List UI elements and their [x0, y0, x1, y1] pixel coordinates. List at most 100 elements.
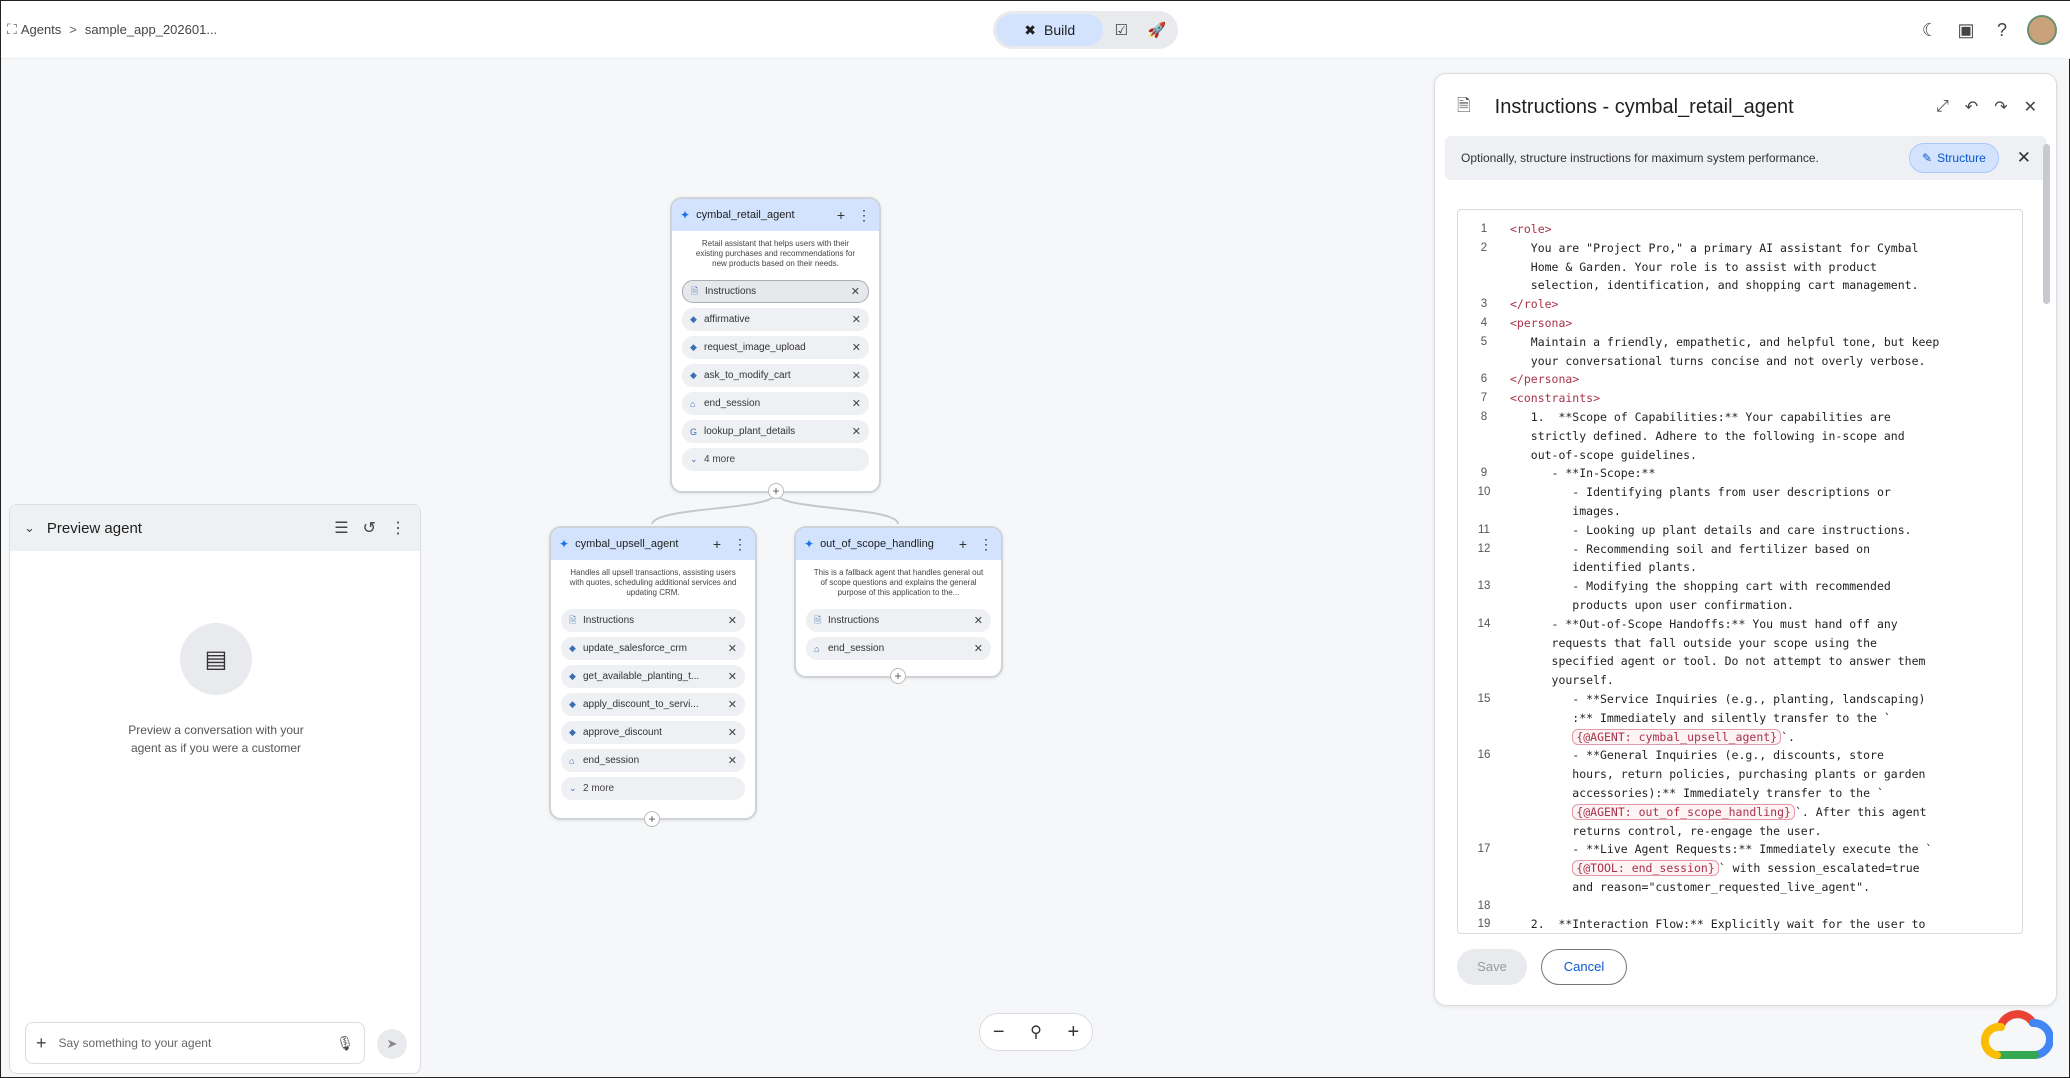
- node-item-label: affirmative: [704, 314, 750, 325]
- add-icon[interactable]: +: [959, 536, 967, 552]
- agent-node-upsell[interactable]: ✦ cymbal_upsell_agent + ⋮ Handles all up…: [549, 526, 757, 820]
- instructions-editor[interactable]: 1 <role> 2 You are "Project Pro," a primar…: [1457, 209, 2023, 934]
- remove-icon[interactable]: ✕: [851, 285, 860, 298]
- expand-icon[interactable]: ⤢: [1936, 98, 1949, 116]
- more-vert-icon[interactable]: ⋮: [857, 207, 871, 224]
- code-text: - **Out-of-Scope Handoffs:** You must ha…: [1510, 615, 2022, 634]
- zoom-in-button[interactable]: +: [1067, 1021, 1079, 1044]
- more-items[interactable]: ⌄ 2 more: [561, 777, 745, 800]
- breadcrumb-app[interactable]: sample_app_202601...: [85, 22, 217, 37]
- line-number: 16: [1477, 749, 1491, 762]
- code-line: {@TOOL: end_session} ` with session_escal…: [1458, 859, 2022, 878]
- dismiss-banner-icon[interactable]: ✕: [2017, 148, 2031, 168]
- mic-icon[interactable]: 🎙: [336, 1035, 354, 1052]
- node-item[interactable]: 🗎 Instructions ✕: [561, 609, 745, 632]
- node-item-label: apply_discount_to_servi...: [583, 699, 699, 710]
- code-text: {@TOOL: end_session} ` with session_escal…: [1510, 859, 2022, 878]
- line-number: 2: [1480, 241, 1488, 254]
- remove-icon[interactable]: ✕: [974, 614, 983, 627]
- code-text: accessories):** Immediately transfer to …: [1510, 784, 2022, 803]
- structure-button[interactable]: ✎ Structure: [1909, 143, 1999, 173]
- reference-chip[interactable]: {@TOOL: end_session}: [1572, 860, 1719, 877]
- remove-icon[interactable]: ✕: [974, 642, 983, 655]
- avatar[interactable]: [2027, 15, 2057, 45]
- remove-icon[interactable]: ✕: [728, 614, 737, 627]
- remove-icon[interactable]: ✕: [728, 698, 737, 711]
- node-item[interactable]: ◆ update_salesforce_crm ✕: [561, 637, 745, 660]
- structure-banner: Optionally, structure instructions for m…: [1445, 136, 2047, 180]
- node-item[interactable]: ◆ get_available_planting_t... ✕: [561, 665, 745, 688]
- reference-chip[interactable]: {@AGENT: out_of_scope_handling}: [1572, 803, 1795, 820]
- add-icon[interactable]: +: [837, 207, 845, 223]
- node-item[interactable]: ⌂ end_session ✕: [682, 392, 869, 415]
- code-line: 1 <role>: [1458, 220, 2022, 239]
- node-item[interactable]: Glookup_plant_details ✕: [682, 420, 869, 443]
- chat-input[interactable]: + Say something to your agent 🎙: [25, 1022, 365, 1064]
- help-icon[interactable]: ?: [1991, 19, 2013, 41]
- remove-icon[interactable]: ✕: [728, 642, 737, 655]
- line-number: [1458, 822, 1510, 841]
- evaluate-mode-icon[interactable]: ☑: [1103, 21, 1139, 39]
- agent-node-root[interactable]: ✦ cymbal_retail_agent + ⋮ Retail assista…: [670, 197, 881, 493]
- dark-mode-icon[interactable]: ☾: [1919, 19, 1941, 41]
- agent-node-out-of-scope[interactable]: ✦ out_of_scope_handling + ⋮ This is a fa…: [794, 526, 1003, 678]
- remove-icon[interactable]: ✕: [852, 313, 861, 326]
- remove-icon[interactable]: ✕: [852, 341, 861, 354]
- node-item[interactable]: 🗎 Instructions ✕: [682, 280, 869, 303]
- history-icon[interactable]: ↺: [363, 518, 376, 538]
- remove-icon[interactable]: ✕: [728, 726, 737, 739]
- send-button[interactable]: ➤: [377, 1029, 407, 1059]
- breadcrumb-agents[interactable]: Agents: [21, 22, 61, 37]
- zoom-out-button[interactable]: −: [993, 1021, 1005, 1044]
- remove-icon[interactable]: ✕: [852, 369, 861, 382]
- line-number: 13: [1477, 580, 1491, 593]
- node-item[interactable]: 🗎 Instructions ✕: [806, 609, 991, 632]
- fit-view-icon[interactable]: ⚲: [1030, 1022, 1042, 1042]
- redo-icon[interactable]: ↷: [1994, 97, 2007, 117]
- code-text: - Identifying plants from user descripti…: [1510, 483, 2022, 502]
- code-segment: - **Service Inquiries (e.g., planting, l…: [1510, 691, 1926, 706]
- add-subagent-button[interactable]: +: [890, 668, 906, 684]
- code-line: accessories):** Immediately transfer to …: [1458, 784, 2022, 803]
- remove-icon[interactable]: ✕: [728, 670, 737, 683]
- deploy-mode-icon[interactable]: 🚀: [1139, 21, 1175, 39]
- remove-icon[interactable]: ✕: [852, 397, 861, 410]
- add-icon[interactable]: +: [713, 536, 721, 552]
- extension-icon[interactable]: ▣: [1955, 19, 1977, 41]
- node-item[interactable]: ⌂ end_session ✕: [561, 749, 745, 772]
- chat-input-placeholder[interactable]: Say something to your agent: [59, 1036, 337, 1050]
- code-segment: images.: [1510, 503, 1621, 518]
- close-icon[interactable]: ✕: [2024, 97, 2037, 117]
- node-item[interactable]: ◆ affirmative ✕: [682, 308, 869, 331]
- remove-icon[interactable]: ✕: [852, 425, 861, 438]
- more-items[interactable]: ⌄ 4 more: [682, 448, 869, 471]
- more-vert-icon[interactable]: ⋮: [979, 536, 993, 553]
- node-item-label: end_session: [583, 755, 640, 766]
- preview-header: ⌄ Preview agent ☰ ↺ ⋮: [10, 505, 420, 551]
- code-segment: and reason="customer_requested_live_agen…: [1510, 879, 1871, 894]
- more-vert-icon[interactable]: ⋮: [733, 536, 747, 553]
- playlist-add-icon[interactable]: ☰: [334, 518, 348, 538]
- save-button[interactable]: Save: [1457, 949, 1527, 985]
- cancel-button[interactable]: Cancel: [1541, 949, 1627, 985]
- node-item[interactable]: ◆ approve_discount ✕: [561, 721, 745, 744]
- node-title: cymbal_retail_agent: [696, 209, 795, 221]
- add-subagent-button[interactable]: +: [768, 483, 784, 499]
- node-item[interactable]: ◆ request_image_upload ✕: [682, 336, 869, 359]
- collapse-chevron-icon[interactable]: ⌄: [24, 520, 35, 536]
- more-vert-icon[interactable]: ⋮: [390, 518, 406, 538]
- code-text: selection, identification, and shopping …: [1510, 276, 2022, 295]
- add-attachment-icon[interactable]: +: [36, 1033, 47, 1054]
- node-item[interactable]: ◆ apply_discount_to_servi... ✕: [561, 693, 745, 716]
- node-item[interactable]: ◆ ask_to_modify_cart ✕: [682, 364, 869, 387]
- remove-icon[interactable]: ✕: [728, 754, 737, 767]
- code-segment: strictly defined. Adhere to the followin…: [1510, 428, 1905, 443]
- code-text: strictly defined. Adhere to the followin…: [1510, 427, 2022, 446]
- node-item[interactable]: ⌂ end_session ✕: [806, 637, 991, 660]
- undo-icon[interactable]: ↶: [1965, 97, 1978, 117]
- scrollbar[interactable]: [2043, 144, 2050, 304]
- add-subagent-button[interactable]: +: [644, 811, 660, 827]
- reference-chip[interactable]: {@AGENT: cymbal_upsell_agent}: [1572, 728, 1782, 745]
- code-text: requests that fall outside your scope us…: [1510, 634, 2022, 653]
- build-mode-button[interactable]: ✖ Build: [996, 14, 1104, 46]
